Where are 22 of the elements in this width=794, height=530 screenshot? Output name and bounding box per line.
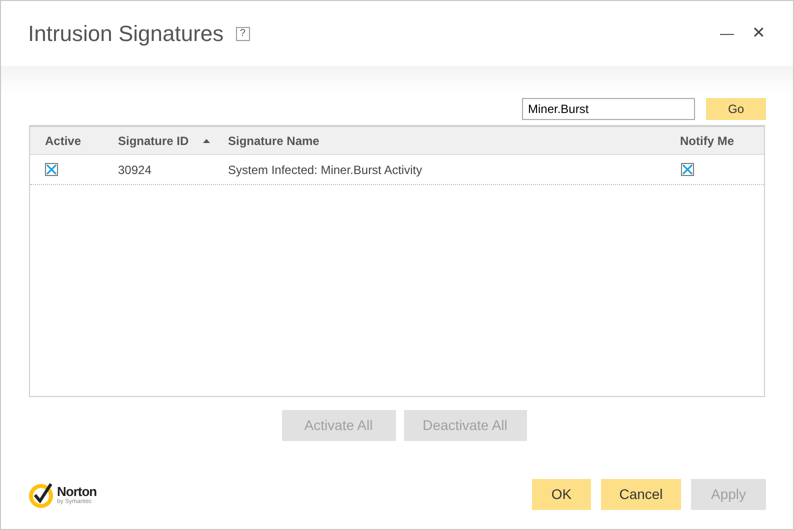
button[interactable]: OK (532, 479, 591, 510)
help-button[interactable]: ? (236, 26, 250, 40)
table-cell: 30924 (118, 162, 152, 176)
sort-arrow-icon (202, 138, 210, 142)
checkbox[interactable] (681, 163, 694, 176)
window-title: Intrusion Signatures (28, 20, 224, 48)
checkbox[interactable] (45, 163, 58, 176)
button: Apply (691, 479, 766, 510)
table-cell: System Infected: Miner.Burst Activity (228, 162, 422, 176)
column-header[interactable]: Signature Name (228, 132, 320, 150)
button: Deactivate All (404, 410, 526, 441)
minimize-button[interactable]: — (720, 23, 734, 44)
brand-name: Norton (57, 484, 97, 498)
column-header[interactable]: Signature ID (118, 132, 189, 150)
go-button[interactable]: Go (706, 98, 766, 120)
column-header[interactable]: Active (45, 132, 82, 150)
close-button[interactable]: ✕ (752, 22, 765, 46)
button[interactable]: Cancel (601, 479, 681, 510)
column-header[interactable]: Notify Me (680, 132, 734, 150)
checkmark-logo-icon (29, 482, 55, 508)
button: Activate All (282, 410, 396, 441)
search-field[interactable]: Miner.Burst (522, 98, 695, 120)
